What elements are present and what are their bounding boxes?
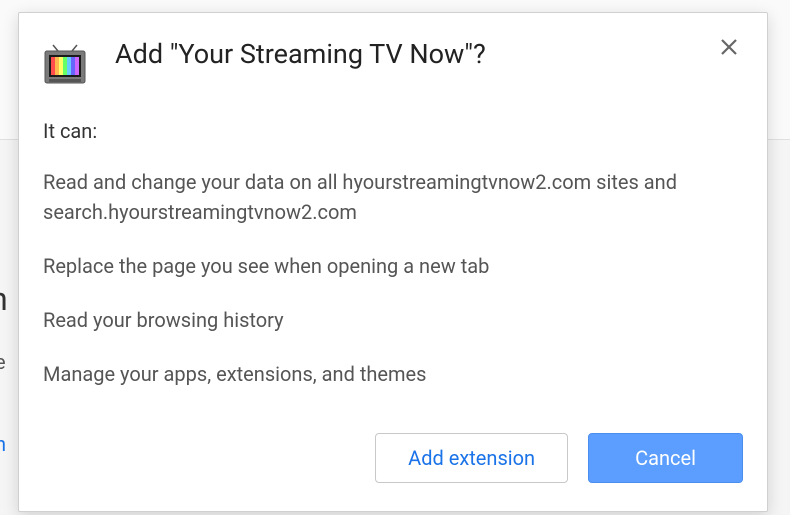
permission-item: Replace the page you see when opening a … xyxy=(43,251,743,281)
extension-install-dialog: Add "Your Streaming TV Now"? It can: Rea… xyxy=(18,12,768,512)
dialog-title: Add "Your Streaming TV Now"? xyxy=(115,37,743,72)
bg-fragment: n xyxy=(0,280,8,318)
permission-item: Manage your apps, extensions, and themes xyxy=(43,359,743,389)
add-extension-button[interactable]: Add extension xyxy=(375,433,568,483)
permissions-label: It can: xyxy=(43,119,743,143)
permission-item: Read and change your data on all hyourst… xyxy=(43,167,743,227)
dialog-header: Add "Your Streaming TV Now"? xyxy=(19,13,767,95)
dialog-footer: Add extension Cancel xyxy=(19,421,767,511)
close-button[interactable] xyxy=(715,33,743,61)
extension-tv-icon xyxy=(43,43,87,87)
bg-fragment: h xyxy=(0,432,6,456)
bg-fragment: e xyxy=(0,350,6,374)
close-icon xyxy=(720,38,738,56)
permission-item: Read your browsing history xyxy=(43,305,743,335)
cancel-button[interactable]: Cancel xyxy=(588,433,743,483)
dialog-body: It can: Read and change your data on all… xyxy=(19,95,767,421)
